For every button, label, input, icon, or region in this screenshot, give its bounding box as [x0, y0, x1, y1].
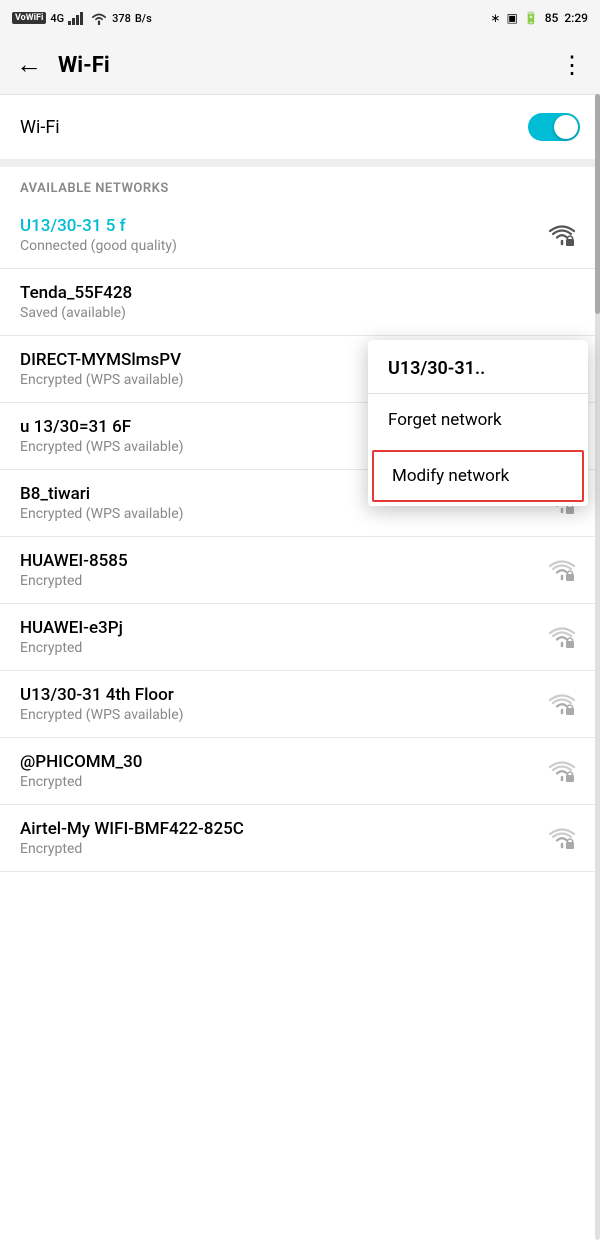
wifi-lock-icon-airtel — [548, 824, 576, 852]
network-item-huawei-e3pj[interactable]: HUAWEI-e3Pj Encrypted — [0, 604, 600, 671]
page-title: Wi-Fi — [58, 53, 560, 78]
network-item-airtel[interactable]: Airtel-My WIFI-BMF422-825C Encrypted — [0, 805, 600, 872]
wifi-lock-icon-connected — [548, 221, 576, 249]
network-status-tenda: Saved (available) — [20, 305, 580, 321]
status-bar: VoWiFi 4G 378 B/s ∗ ▣ 🔋 85 2:29 — [0, 0, 600, 36]
network-name-huawei8585: HUAWEI-8585 — [20, 551, 544, 571]
battery-icon: 🔋 — [524, 11, 539, 25]
wifi-toggle-switch[interactable] — [528, 113, 580, 141]
wifi-lock-icon-phicomm30 — [548, 757, 576, 785]
top-nav: ← Wi-Fi ⋮ — [0, 36, 600, 94]
wifi-icon-phicomm30 — [544, 753, 580, 789]
wifi-toggle-row: Wi-Fi — [0, 95, 600, 159]
wifi-lock-icon-huawei-e3pj — [548, 623, 576, 651]
network-list: AVAILABLE NETWORKS U13/30-31 5 f Connect… — [0, 167, 600, 872]
battery-level: 85 — [545, 11, 559, 25]
modify-network-button[interactable]: Modify network — [372, 450, 584, 502]
network-status-phicomm30: Encrypted — [20, 774, 544, 790]
network-info-airtel: Airtel-My WIFI-BMF422-825C Encrypted — [20, 819, 544, 857]
network-status-b8tiwari: Encrypted (WPS available) — [20, 506, 544, 522]
bluetooth-icon: ∗ — [490, 11, 500, 25]
clock: 2:29 — [564, 11, 588, 25]
network-name-u13-4thfloor: U13/30-31 4th Floor — [20, 685, 544, 705]
network-info-connected: U13/30-31 5 f Connected (good quality) — [20, 216, 544, 254]
network-info-u13-4thfloor: U13/30-31 4th Floor Encrypted (WPS avail… — [20, 685, 544, 723]
wifi-icon-huawei8585 — [544, 552, 580, 588]
context-menu: U13/30-31.. Forget network Modify networ… — [368, 340, 588, 506]
context-menu-title: U13/30-31.. — [368, 340, 588, 394]
network-name-connected: U13/30-31 5 f — [20, 216, 544, 236]
network-type: 4G — [50, 12, 64, 25]
network-status-connected: Connected (good quality) — [20, 238, 544, 254]
scroll-track[interactable] — [595, 94, 600, 1240]
network-info-tenda: Tenda_55F428 Saved (available) — [20, 283, 580, 321]
back-button[interactable]: ← — [16, 52, 42, 78]
wifi-status-icon — [90, 11, 108, 25]
section-divider — [0, 159, 600, 167]
network-name-airtel: Airtel-My WIFI-BMF422-825C — [20, 819, 544, 839]
network-name-huawei-e3pj: HUAWEI-e3Pj — [20, 618, 544, 638]
toggle-knob — [554, 115, 578, 139]
wifi-icon-airtel — [544, 820, 580, 856]
network-status-huawei8585: Encrypted — [20, 573, 544, 589]
vibrate-icon: ▣ — [506, 11, 517, 25]
status-left: VoWiFi 4G 378 B/s — [12, 11, 152, 25]
wifi-toggle-label: Wi-Fi — [20, 117, 60, 138]
wifi-lock-icon-u13-4thfloor — [548, 690, 576, 718]
network-status-airtel: Encrypted — [20, 841, 544, 857]
network-item-phicomm30[interactable]: @PHICOMM_30 Encrypted — [0, 738, 600, 805]
network-info-phicomm30: @PHICOMM_30 Encrypted — [20, 752, 544, 790]
status-right: ∗ ▣ 🔋 85 2:29 — [490, 11, 588, 25]
network-status-u13-4thfloor: Encrypted (WPS available) — [20, 707, 544, 723]
network-item-huawei8585[interactable]: HUAWEI-8585 Encrypted — [0, 537, 600, 604]
network-item-u13-4thfloor[interactable]: U13/30-31 4th Floor Encrypted (WPS avail… — [0, 671, 600, 738]
more-options-button[interactable]: ⋮ — [560, 53, 584, 77]
scroll-thumb[interactable] — [595, 94, 600, 314]
speed-unit: B/s — [135, 12, 152, 25]
network-info-huawei8585: HUAWEI-8585 Encrypted — [20, 551, 544, 589]
signal-icon — [68, 11, 86, 25]
forget-network-button[interactable]: Forget network — [368, 394, 588, 446]
network-name-phicomm30: @PHICOMM_30 — [20, 752, 544, 772]
network-info-huawei-e3pj: HUAWEI-e3Pj Encrypted — [20, 618, 544, 656]
network-item-connected[interactable]: U13/30-31 5 f Connected (good quality) — [0, 202, 600, 269]
vowifi-badge: VoWiFi — [12, 12, 46, 24]
wifi-icon-huawei-e3pj — [544, 619, 580, 655]
wifi-icon-u13-4thfloor — [544, 686, 580, 722]
network-item-tenda[interactable]: Tenda_55F428 Saved (available) — [0, 269, 600, 336]
wifi-icon-connected — [544, 217, 580, 253]
network-name-tenda: Tenda_55F428 — [20, 283, 580, 303]
network-status-huawei-e3pj: Encrypted — [20, 640, 544, 656]
wifi-lock-icon-huawei8585 — [548, 556, 576, 584]
speed-display: 378 — [112, 12, 131, 25]
available-networks-header: AVAILABLE NETWORKS — [0, 167, 600, 202]
